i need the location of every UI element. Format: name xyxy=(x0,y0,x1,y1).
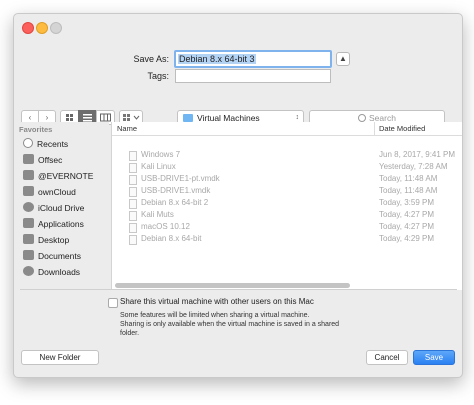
sidebar-item-downloads[interactable]: Downloads xyxy=(23,265,80,279)
chevron-right-icon: › xyxy=(45,113,49,122)
file-date: Today, 4:27 PM xyxy=(379,210,434,219)
file-name: USB-DRIVE1-pt.vmdk xyxy=(141,174,220,183)
folder-icon xyxy=(23,170,34,180)
file-list-header: Name Date Modified xyxy=(112,122,462,136)
save-as-value: Debian 8.x 64-bit 3 xyxy=(178,54,256,64)
save-as-label: Save As: xyxy=(133,54,169,64)
expand-dialog-button[interactable]: ▲ xyxy=(336,52,350,66)
table-row[interactable]: USB-DRIVE1.vmdk Today, 11:48 AM xyxy=(112,185,462,197)
sidebar-item-owncloud[interactable]: ownCloud xyxy=(23,185,76,199)
folder-icon xyxy=(23,154,34,164)
applications-icon xyxy=(23,218,34,228)
save-button[interactable]: Save xyxy=(413,350,455,365)
sidebar-item-label: Documents xyxy=(38,251,81,261)
cancel-button[interactable]: Cancel xyxy=(366,350,408,365)
file-name: Kali Linux xyxy=(141,162,176,171)
file-name: Windows 7 xyxy=(141,150,181,159)
sidebar-item-applications[interactable]: Applications xyxy=(23,217,84,231)
zoom-window-button[interactable] xyxy=(50,22,62,34)
sidebar-item-offsec[interactable]: Offsec xyxy=(23,153,62,167)
table-row[interactable]: Windows 7 Jun 8, 2017, 9:41 PM xyxy=(112,149,462,161)
sidebar-item-label: Offsec xyxy=(38,155,63,165)
table-row[interactable]: Kali Muts Today, 4:27 PM xyxy=(112,209,462,221)
file-icon xyxy=(129,175,137,185)
clock-icon xyxy=(23,138,33,148)
share-label: Share this virtual machine with other us… xyxy=(120,297,314,306)
file-list: Name Date Modified Windows 7 Jun 8, 2017,… xyxy=(111,122,462,290)
file-icon xyxy=(129,163,137,173)
share-note-line-3: folder. xyxy=(120,330,140,337)
documents-icon xyxy=(23,250,34,260)
file-date: Today, 4:27 PM xyxy=(379,222,434,231)
table-row[interactable]: Kali Linux Yesterday, 7:28 AM xyxy=(112,161,462,173)
file-name: Kali Muts xyxy=(141,210,174,219)
file-icon xyxy=(129,199,137,209)
column-name-header[interactable]: Name xyxy=(117,122,137,135)
cloud-icon xyxy=(23,202,34,212)
sidebar-item-label: ownCloud xyxy=(38,187,76,197)
file-icon xyxy=(129,235,137,245)
file-date: Today, 4:29 PM xyxy=(379,234,434,243)
sidebar-item-label: Recents xyxy=(37,139,69,149)
share-checkbox[interactable] xyxy=(108,298,118,308)
folder-icon xyxy=(23,186,34,196)
file-name: Debian 8.x 64-bit xyxy=(141,234,202,243)
file-date: Today, 11:48 AM xyxy=(379,174,438,183)
file-name: Debian 8.x 64-bit 2 xyxy=(141,198,209,207)
file-icon xyxy=(129,223,137,233)
search-icon xyxy=(358,114,366,122)
file-date: Today, 3:59 PM xyxy=(379,198,434,207)
share-note-line-2: Sharing is only available when the virtu… xyxy=(120,321,340,328)
file-date: Today, 11:48 AM xyxy=(379,186,438,195)
downloads-icon xyxy=(23,266,34,276)
tags-label: Tags: xyxy=(147,71,169,81)
column-date-header[interactable]: Date Modified xyxy=(379,122,425,135)
share-note-line-1: Some features will be limited when shari… xyxy=(120,312,310,319)
table-row[interactable]: macOS 10.12 Today, 4:27 PM xyxy=(112,221,462,233)
file-icon xyxy=(129,151,137,161)
sidebar-item-label: Downloads xyxy=(38,267,81,277)
minimize-window-button[interactable] xyxy=(36,22,48,34)
table-row[interactable]: USB-DRIVE1-pt.vmdk Today, 11:48 AM xyxy=(112,173,462,185)
chevron-left-icon: ‹ xyxy=(28,113,32,122)
folder-icon xyxy=(183,114,193,122)
save-dialog: Save As: Debian 8.x 64-bit 3 ▲ Tags: ‹ ›… xyxy=(13,13,463,378)
file-name: USB-DRIVE1.vmdk xyxy=(141,186,211,195)
sidebar-item-desktop[interactable]: Desktop xyxy=(23,233,69,247)
chevron-up-icon: ▲ xyxy=(339,54,347,63)
tags-field[interactable] xyxy=(175,69,331,83)
sidebar-item-label: iCloud Drive xyxy=(38,203,85,213)
file-name: macOS 10.12 xyxy=(141,222,190,231)
file-date: Jun 8, 2017, 9:41 PM xyxy=(379,150,456,159)
desktop-icon xyxy=(23,234,34,244)
table-row[interactable]: Debian 8.x 64-bit 2 Today, 3:59 PM xyxy=(112,197,462,209)
table-row[interactable]: Debian 8.x 64-bit Today, 4:29 PM xyxy=(112,233,462,245)
file-date: Yesterday, 7:28 AM xyxy=(379,162,448,171)
sidebar-header: Favorites xyxy=(19,125,53,134)
sidebar-item-documents[interactable]: Documents xyxy=(23,249,81,263)
new-folder-button[interactable]: New Folder xyxy=(21,350,99,365)
close-window-button[interactable] xyxy=(22,22,34,34)
sidebar-item-label: Applications xyxy=(38,219,84,229)
sidebar-item-label: @EVERNOTE xyxy=(38,171,94,181)
sidebar-item-label: Desktop xyxy=(38,235,70,245)
file-icon xyxy=(129,187,137,197)
sidebar-item-recents[interactable]: Recents xyxy=(23,137,68,151)
sidebar: Favorites Recents Offsec @EVERNOTE ownCl… xyxy=(14,122,109,292)
sidebar-item-evernote[interactable]: @EVERNOTE xyxy=(23,169,93,183)
save-as-field[interactable]: Debian 8.x 64-bit 3 xyxy=(174,50,332,68)
column-divider xyxy=(374,122,375,135)
file-icon xyxy=(129,211,137,221)
horizontal-scrollbar[interactable] xyxy=(115,283,350,288)
sidebar-item-icloud-drive[interactable]: iCloud Drive xyxy=(23,201,84,215)
